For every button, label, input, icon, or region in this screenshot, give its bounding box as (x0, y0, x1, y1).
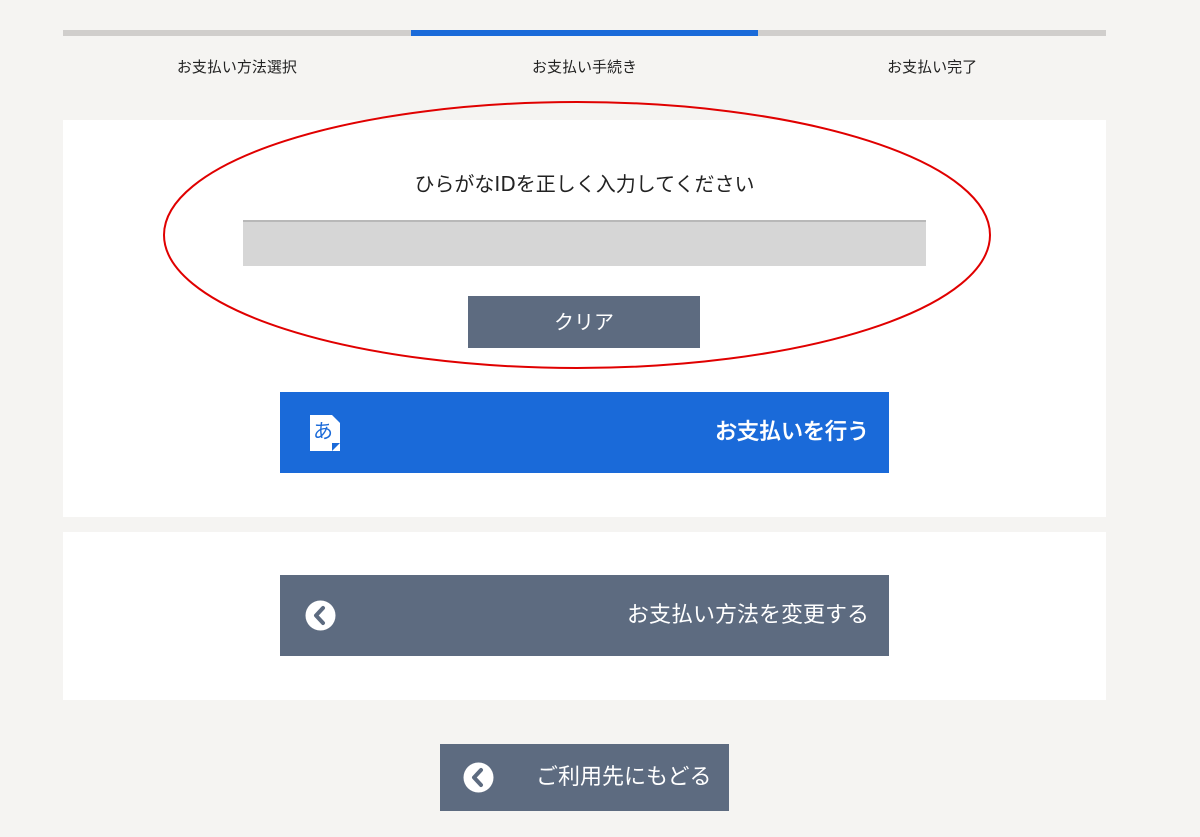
change-payment-method-button[interactable]: お支払い方法を変更する (280, 575, 889, 656)
step-payment-method-select: お支払い方法選択 (63, 30, 411, 80)
change-method-panel: お支払い方法を変更する (63, 532, 1106, 700)
step-bar (63, 30, 411, 36)
instruction-text: ひらがなIDを正しく入力してください (414, 172, 755, 196)
back-to-merchant-label: ご利用先にもどる (536, 765, 712, 790)
clear-button[interactable]: クリア (468, 296, 700, 348)
step-label: お支払い手続き (532, 58, 638, 76)
step-payment-complete: お支払い完了 (758, 30, 1107, 80)
chevron-left-circle-icon (305, 600, 336, 631)
step-bar (758, 30, 1107, 36)
back-to-merchant-button[interactable]: ご利用先にもどる (440, 744, 729, 811)
hiragana-a-icon: あ (308, 413, 342, 453)
chevron-left-circle-icon (463, 762, 494, 793)
step-label: お支払い方法選択 (176, 58, 297, 76)
svg-text:あ: あ (313, 419, 333, 443)
progress-steps: お支払い方法選択 お支払い手続き お支払い完了 (63, 30, 1107, 80)
step-payment-procedure: お支払い手続き (410, 30, 759, 80)
step-bar-active (410, 30, 759, 36)
change-payment-method-label: お支払い方法を変更する (626, 603, 869, 628)
pay-button[interactable]: あ お支払いを行う (280, 392, 889, 473)
payment-form-panel: ひらがなIDを正しく入力してください クリア あ お支払いを行う (63, 101, 1106, 517)
step-label: お支払い完了 (887, 58, 978, 76)
hiragana-id-input[interactable] (243, 220, 926, 266)
pay-button-label: お支払いを行う (714, 420, 869, 445)
